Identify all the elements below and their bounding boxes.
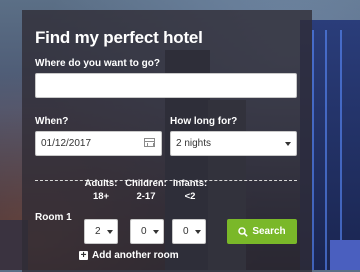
destination-label: Where do you want to go?	[35, 58, 160, 69]
duration-value: 2 nights	[176, 138, 212, 149]
infants-value: 0	[183, 226, 189, 237]
children-value: 0	[141, 226, 147, 237]
children-label: Children:	[125, 178, 167, 189]
panel-title: Find my perfect hotel	[35, 28, 203, 47]
duration-select[interactable]: 2 nights	[170, 131, 297, 156]
adults-header: Adults: 18+	[80, 177, 122, 203]
children-header: Children: 2-17	[123, 177, 169, 203]
search-label: Search	[252, 226, 286, 237]
adults-range: 18+	[92, 191, 110, 202]
chevron-down-icon	[195, 230, 201, 234]
children-select[interactable]: 0	[130, 219, 164, 244]
search-icon	[238, 226, 249, 237]
children-range: 2-17	[136, 191, 156, 202]
date-input[interactable]: 01/12/2017	[35, 131, 162, 156]
search-button[interactable]: Search	[227, 219, 297, 244]
add-room-label: Add another room	[92, 250, 179, 261]
chevron-down-icon	[285, 142, 291, 146]
infants-label: Infants:	[172, 178, 208, 189]
add-room-link[interactable]: + Add another room	[79, 250, 179, 261]
adults-select[interactable]: 2	[84, 219, 118, 244]
when-label: When?	[35, 116, 69, 127]
chevron-down-icon	[107, 230, 113, 234]
infants-header: Infants: <2	[169, 177, 211, 203]
infants-range: <2	[184, 191, 196, 202]
adults-value: 2	[95, 226, 101, 237]
hotel-search-panel: Find my perfect hotel Where do you want …	[22, 10, 312, 272]
chevron-down-icon	[153, 230, 159, 234]
infants-select[interactable]: 0	[172, 219, 206, 244]
destination-input[interactable]	[35, 73, 297, 98]
room-label: Room 1	[35, 212, 72, 223]
plus-icon: +	[79, 250, 88, 261]
adults-label: Adults:	[84, 178, 118, 189]
date-value: 01/12/2017	[41, 138, 92, 149]
calendar-icon[interactable]	[144, 138, 155, 147]
duration-label: How long for?	[170, 116, 238, 127]
